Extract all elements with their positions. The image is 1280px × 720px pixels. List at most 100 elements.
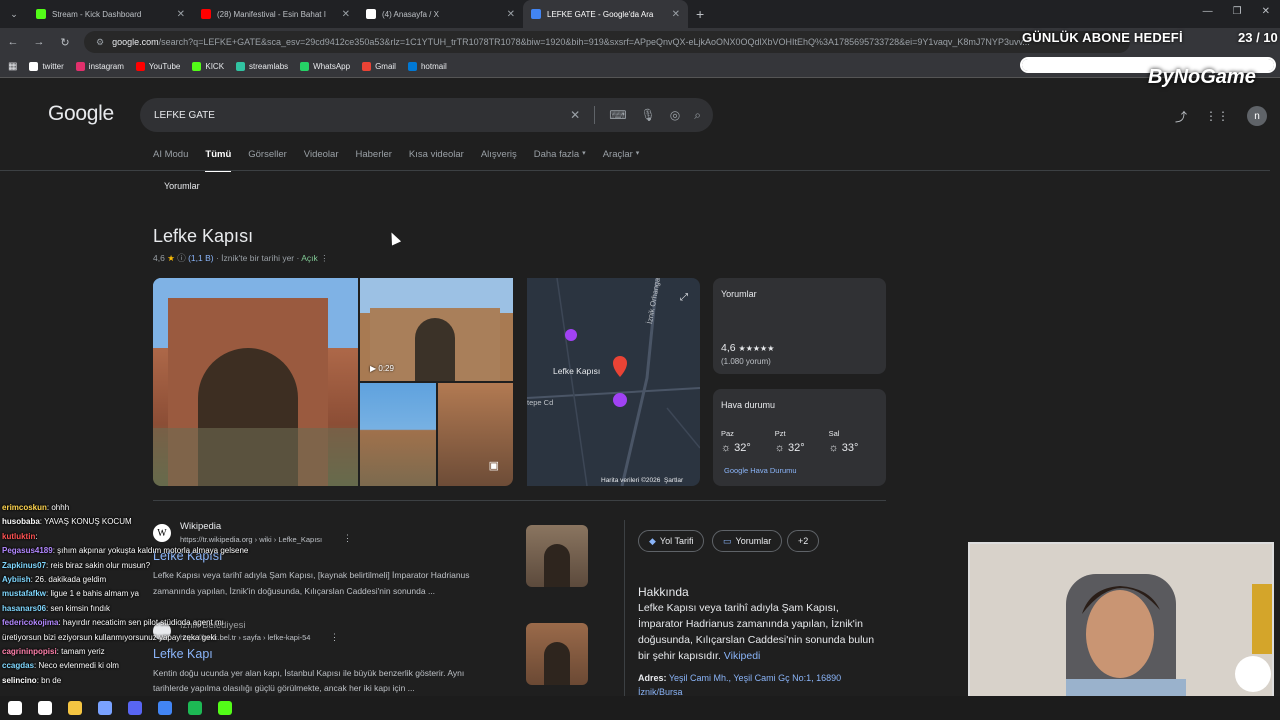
reload-button[interactable]: ↻ (58, 36, 72, 49)
result-title-link[interactable]: Lefke Kapı (153, 647, 213, 661)
bookmark-gmail[interactable]: Gmail (362, 62, 396, 71)
chat-username: federicokojima (2, 618, 59, 628)
search-icon[interactable]: ⌕ (694, 108, 701, 123)
photo-3[interactable] (360, 383, 436, 486)
map-preview[interactable]: ⤢ Lefke Kapısı İznik Orhangazi Yolu tepe… (527, 278, 700, 486)
restore-button[interactable]: ❐ (1233, 6, 1242, 17)
chat-username: Pegasus4189 (2, 546, 53, 556)
mic-icon[interactable]: 🎙 (641, 108, 656, 122)
reviews-card[interactable]: Yorumlar 4,6 ★★★★★ (1.080 yorum) (713, 278, 886, 374)
browser-tab[interactable]: LEFKE GATE - Google'da Ara ✕ (523, 0, 688, 28)
address-bar[interactable]: ⚙ google.com/search?q=LEFKE+GATE&sca_esv… (84, 31, 1130, 53)
photo-main[interactable] (153, 278, 358, 486)
browser-tab[interactable]: (28) Manifestival - Esin Bahat I ✕ (193, 0, 358, 28)
weather-day[interactable]: Paz ☼ 32° (721, 429, 751, 454)
divider (624, 520, 625, 696)
tab-alışveriş[interactable]: Alışveriş (481, 149, 517, 172)
tab-daha-fazla[interactable]: Daha fazla (534, 149, 579, 172)
tab-araçlar[interactable]: Araçlar (603, 149, 633, 172)
streamer-logo: ByNoGame (1148, 66, 1256, 88)
rating-count-link[interactable]: (1,1 B) (188, 253, 214, 263)
bookmark-label: hotmail (420, 62, 447, 71)
new-tab-button[interactable]: + (688, 6, 712, 22)
tab-close-icon[interactable]: ✕ (342, 9, 350, 20)
tab-videolar[interactable]: Videolar (304, 149, 339, 172)
bookmark-twitter[interactable]: twitter (29, 62, 64, 71)
weather-day-label: Sal (828, 429, 840, 438)
directions-button[interactable]: ◆ Yol Tarifi (638, 530, 705, 552)
site-info-icon[interactable]: ⚙ (96, 37, 104, 48)
tab-ai-modu[interactable]: AI Modu (153, 149, 188, 172)
map-expand-icon[interactable]: ⤢ (680, 292, 688, 303)
more-icon[interactable]: ⋮ (320, 253, 329, 263)
chrome-icon[interactable] (158, 701, 172, 715)
clear-icon[interactable]: ✕ (570, 108, 580, 122)
search-input[interactable]: LEFKE GATE (154, 110, 570, 121)
address-link[interactable]: Yeşil Cami Mh., Yeşil Cami Gç No:1, 1689… (669, 673, 841, 683)
result-menu-icon[interactable]: ⋮ (330, 632, 339, 643)
google-logo[interactable]: Google (48, 102, 114, 126)
result-thumbnail[interactable] (526, 525, 588, 587)
bookmark-youtube[interactable]: YouTube (135, 62, 180, 71)
forward-button[interactable]: → (32, 36, 46, 48)
app1-icon[interactable] (98, 701, 112, 715)
browser-tab[interactable]: (4) Anasayfa / X ✕ (358, 0, 523, 28)
tab-close-icon[interactable]: ✕ (507, 9, 515, 20)
tab-search-button[interactable]: ⌄ (0, 9, 28, 20)
share-icon[interactable]: ⤴ (1175, 108, 1187, 125)
bookmark-instagram[interactable]: instagram (75, 62, 124, 71)
chat-message: üretiyorsun bizi eziyorsun kullanmıyorsu… (2, 633, 216, 642)
map-credit: Harita verileri ©2026 Şartlar (601, 477, 684, 484)
chip-reviews[interactable]: Yorumlar (164, 181, 200, 191)
tab-görseller[interactable]: Görseller (248, 149, 287, 172)
chat-text: : (35, 531, 38, 541)
browser-tab[interactable]: Stream - Kick Dashboard ✕ (28, 0, 193, 28)
chat-text: : hayırdır necaticim sen pilot stüdioda … (58, 618, 224, 628)
minimize-button[interactable]: — (1203, 6, 1213, 17)
close-window-button[interactable]: ✕ (1262, 6, 1270, 17)
back-button[interactable]: ← (6, 36, 20, 48)
reviews-card-rating: 4,6 ★★★★★ (721, 342, 775, 354)
weather-link[interactable]: Google Hava Durumu (724, 466, 797, 475)
chat-username: erimcoskun (2, 503, 47, 512)
search-icon[interactable] (38, 701, 52, 715)
chat-username: husobaba (2, 517, 40, 527)
explorer-icon[interactable] (68, 701, 82, 715)
tab-close-icon[interactable]: ✕ (177, 9, 185, 20)
lens-icon[interactable]: ◎ (670, 108, 680, 122)
bookmark-whatsapp[interactable]: WhatsApp (300, 62, 350, 71)
bookmark-streamlabs[interactable]: streamlabs (236, 62, 288, 71)
bookmark-icon (75, 62, 85, 71)
photo-video[interactable]: ▶ 0:29 (360, 278, 513, 381)
result-menu-icon[interactable]: ⋮ (343, 533, 352, 544)
more-actions-button[interactable]: +2 (787, 530, 820, 552)
weather-day[interactable]: Sal ☼ 33° (829, 429, 859, 454)
start-icon[interactable] (8, 701, 22, 715)
photo-4[interactable]: ▣ (438, 383, 513, 486)
tab-tümü[interactable]: Tümü (205, 149, 232, 172)
gallery-icon[interactable]: ▣ (489, 459, 499, 472)
tab-kısa-videolar[interactable]: Kısa videolar (409, 149, 464, 172)
keyboard-icon[interactable]: ⌨ (609, 108, 626, 122)
reviews-button[interactable]: ▭ Yorumlar (712, 530, 783, 552)
info-icon[interactable]: ⓘ (177, 253, 186, 263)
wikipedia-link[interactable]: Vikipedi (724, 650, 761, 662)
apps-grid-icon[interactable]: ▦ (8, 61, 17, 72)
divider (0, 170, 1270, 171)
result-snippet: tarihlerde yapılma olasılığı güçlü görül… (153, 683, 415, 693)
tab-haberler[interactable]: Haberler (355, 149, 391, 172)
kick-icon[interactable] (218, 701, 232, 715)
tab-close-icon[interactable]: ✕ (672, 9, 680, 20)
tab-title: (4) Anasayfa / X (382, 9, 439, 19)
result-thumbnail[interactable] (526, 623, 588, 685)
avatar[interactable]: n (1247, 106, 1268, 126)
weather-day[interactable]: Pzt ☼ 32° (775, 429, 805, 454)
bookmark-kick[interactable]: KICK (192, 62, 224, 71)
search-box[interactable]: LEFKE GATE ✕ ⌨ 🎙 ◎ ⌕ (140, 98, 713, 132)
weather-card[interactable]: Hava durumu Paz ☼ 32° Pzt ☼ 32° Sal ☼ 33° Goo… (713, 389, 886, 486)
about-title: Hakkında (638, 585, 689, 599)
apps-icon[interactable]: ⋮⋮ (1205, 109, 1229, 123)
spotify-icon[interactable] (188, 701, 202, 715)
discord-icon[interactable] (128, 701, 142, 715)
bookmark-hotmail[interactable]: hotmail (407, 62, 447, 71)
